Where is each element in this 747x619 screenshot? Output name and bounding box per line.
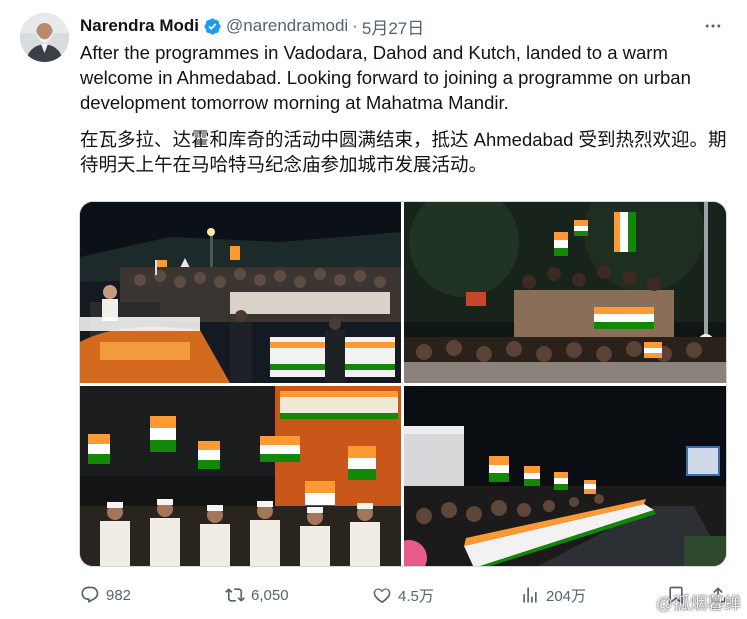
views-count: 204万 <box>546 587 587 605</box>
more-horizontal-icon <box>705 24 721 28</box>
watermark-text: @孤烟暮蝉 <box>655 594 741 613</box>
repost-count: 6,050 <box>251 586 289 604</box>
avatar-image <box>20 13 69 62</box>
media-photo-1[interactable] <box>80 202 401 383</box>
header-separator: · <box>352 16 358 35</box>
tweet-date[interactable]: 5月27日 <box>362 14 424 39</box>
reply-count: 982 <box>106 586 132 604</box>
repost-button[interactable]: 6,050 <box>225 580 289 610</box>
author-avatar[interactable] <box>20 13 69 62</box>
author-display-name[interactable]: Narendra Modi <box>80 16 199 36</box>
flag-crowd-photo <box>404 202 726 383</box>
tweet-body: After the programmes in Vadodara, Dahod … <box>80 40 730 177</box>
roadside-crowd-photo <box>404 386 726 566</box>
weibo-watermark: @孤烟暮蝉 <box>627 589 741 614</box>
reply-button[interactable]: 982 <box>80 580 131 610</box>
reply-icon <box>81 586 99 604</box>
media-photo-2[interactable] <box>404 202 726 383</box>
media-photo-4[interactable] <box>404 386 726 566</box>
media-grid <box>79 201 727 567</box>
repost-icon <box>225 588 245 602</box>
author-handle[interactable]: @narendramodi <box>226 16 348 36</box>
tweet-text-english: After the programmes in Vadodara, Dahod … <box>80 42 691 113</box>
verified-badge-icon[interactable] <box>203 17 222 36</box>
heart-icon <box>373 588 391 604</box>
like-count: 4.5万 <box>398 587 434 605</box>
like-button[interactable]: 4.5万 <box>372 580 434 610</box>
tweet-header: Narendra Modi @narendramodi · 5月27日 <box>80 14 727 38</box>
tweet-text-chinese: 在瓦多拉、达霍和库奇的活动中圆满结束，抵达 Ahmedabad 受到热烈欢迎。期… <box>80 129 727 175</box>
media-photo-3[interactable] <box>80 386 401 566</box>
roadshow-photo <box>80 202 401 383</box>
more-options-button[interactable] <box>699 12 727 40</box>
weibo-logo-icon <box>627 593 652 612</box>
supporters-flags-photo <box>80 386 401 566</box>
views-chart-icon <box>523 587 537 603</box>
views-button[interactable]: 204万 <box>520 580 586 610</box>
